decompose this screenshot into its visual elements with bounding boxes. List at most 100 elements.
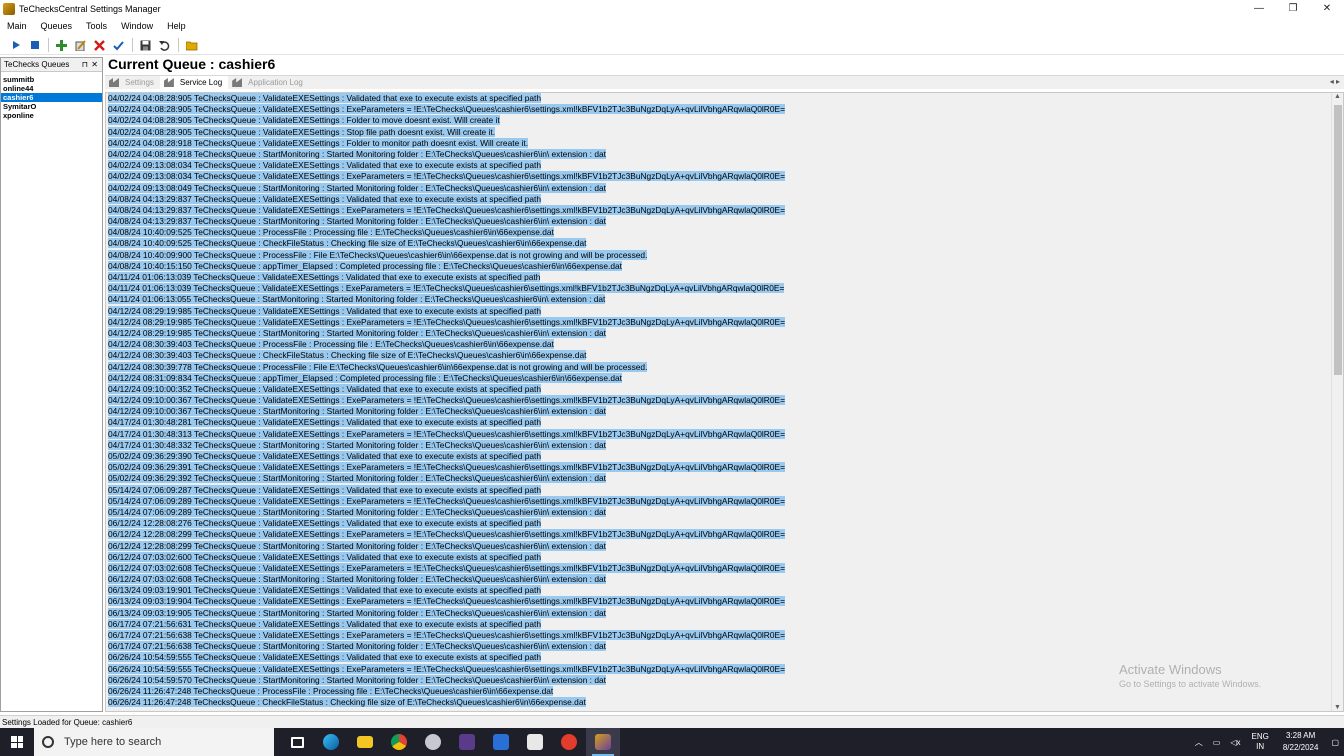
edge-icon[interactable] xyxy=(314,728,348,756)
log-line: 04/12/24 08:29:19:985 TeChecksQueue : Va… xyxy=(106,305,1343,317)
close-button[interactable]: ✕ xyxy=(1310,0,1344,17)
log-line-text: 06/12/24 07:03:02:600 TeChecksQueue : Va… xyxy=(108,551,541,562)
log-line-text: 04/08/24 04:13:29:837 TeChecksQueue : Va… xyxy=(108,204,785,215)
taskbar-search[interactable]: Type here to search xyxy=(34,728,274,756)
tab-application-log-label: Application Log xyxy=(248,78,303,87)
search-app-icon[interactable] xyxy=(484,728,518,756)
wps-office-icon[interactable] xyxy=(552,728,586,756)
queue-item-online44[interactable]: online44 xyxy=(1,84,102,93)
log-line-text: 04/08/24 04:13:29:837 TeChecksQueue : Va… xyxy=(108,193,541,204)
log-line-text: 04/12/24 08:30:39:403 TeChecksQueue : Pr… xyxy=(108,339,554,350)
vertical-scrollbar[interactable]: ▲ ▼ xyxy=(1331,93,1343,711)
log-line: 04/08/24 10:40:09:525 TeChecksQueue : Pr… xyxy=(106,227,1343,238)
volume-icon[interactable]: ◁x xyxy=(1230,738,1240,747)
log-line: 06/13/24 09:03:19:901 TeChecksQueue : Va… xyxy=(106,585,1343,596)
log-line-text: 06/12/24 12:28:08:299 TeChecksQueue : St… xyxy=(108,540,606,551)
main-area: Current Queue : cashier6 Settings Servic… xyxy=(105,55,1344,715)
menu-window[interactable]: Window xyxy=(114,21,160,31)
search-icon xyxy=(42,736,54,748)
scroll-down-icon[interactable]: ▼ xyxy=(1334,704,1341,711)
log-line-text: 06/26/24 11:26:47:248 TeChecksQueue : Pr… xyxy=(108,685,554,696)
log-line: 06/12/24 07:03:02:600 TeChecksQueue : Va… xyxy=(106,551,1343,563)
network-icon[interactable]: ▭ xyxy=(1213,738,1221,747)
log-line: 06/12/24 07:03:02:608 TeChecksQueue : Va… xyxy=(106,562,1343,574)
clock[interactable]: 3:28 AM 8/22/2024 xyxy=(1283,730,1319,754)
log-line-text: 04/11/24 01:06:13:055 TeChecksQueue : St… xyxy=(108,294,606,305)
log-line: 05/02/24 09:36:29:390 TeChecksQueue : Va… xyxy=(106,451,1343,462)
game-app-icon[interactable] xyxy=(450,728,484,756)
log-line-text: 06/12/24 07:03:02:608 TeChecksQueue : St… xyxy=(108,574,606,585)
log-line: 06/17/24 07:21:56:638 TeChecksQueue : St… xyxy=(106,641,1343,652)
log-line-text: 04/12/24 08:29:19:985 TeChecksQueue : Va… xyxy=(108,316,785,327)
log-line: 04/12/24 09:10:00:367 TeChecksQueue : St… xyxy=(106,406,1343,417)
toolbar-separator xyxy=(132,38,133,52)
log-line: 05/02/24 09:36:29:391 TeChecksQueue : Va… xyxy=(106,462,1343,473)
log-line-text: 05/14/24 07:06:09:289 TeChecksQueue : St… xyxy=(108,506,606,517)
stop-icon[interactable] xyxy=(27,38,42,53)
queue-item-symitaro[interactable]: SymitarO xyxy=(1,102,102,111)
save-icon[interactable] xyxy=(138,38,153,53)
queue-item-cashier6[interactable]: cashier6 xyxy=(1,93,102,102)
window-app-icon[interactable] xyxy=(518,728,552,756)
tab-settings[interactable]: Settings xyxy=(105,76,160,90)
log-line-text: 04/08/24 10:40:09:525 TeChecksQueue : Ch… xyxy=(108,238,587,249)
log-line-text: 04/12/24 08:31:09:834 TeChecksQueue : ap… xyxy=(108,372,622,383)
watermark-line1: Activate Windows xyxy=(1119,662,1222,677)
log-line-text: 04/12/24 08:30:39:403 TeChecksQueue : Ch… xyxy=(108,350,587,361)
tab-settings-label: Settings xyxy=(125,78,154,87)
clock-date: 8/22/2024 xyxy=(1282,743,1319,752)
log-line-text: 04/12/24 09:10:00:352 TeChecksQueue : Va… xyxy=(108,383,541,394)
add-icon[interactable] xyxy=(54,38,69,53)
log-line: 05/14/24 07:06:09:289 TeChecksQueue : Va… xyxy=(106,495,1343,507)
pin-icon[interactable]: ⊓ xyxy=(82,60,88,69)
delete-icon[interactable] xyxy=(92,38,107,53)
scrollbar-thumb[interactable] xyxy=(1334,105,1342,375)
chevron-up-icon[interactable]: ︿ xyxy=(1195,737,1203,748)
file-explorer-icon[interactable] xyxy=(348,728,382,756)
panel-close-icon[interactable]: ✕ xyxy=(91,60,98,69)
log-line: 04/02/24 04:08:28:905 TeChecksQueue : Va… xyxy=(106,93,1343,104)
log-line-text: 04/02/24 04:08:28:905 TeChecksQueue : Va… xyxy=(108,104,785,115)
check-icon[interactable] xyxy=(111,38,126,53)
log-line-text: 04/11/24 01:06:13:039 TeChecksQueue : Va… xyxy=(108,283,785,294)
log-line: 05/02/24 09:36:29:392 TeChecksQueue : St… xyxy=(106,473,1343,484)
log-line-text: 06/17/24 07:21:56:638 TeChecksQueue : Va… xyxy=(108,630,785,640)
menu-tools[interactable]: Tools xyxy=(79,21,114,31)
remote-app-icon[interactable] xyxy=(416,728,450,756)
queue-item-summitb[interactable]: summitb xyxy=(1,75,102,84)
log-line-text: 04/08/24 04:13:29:837 TeChecksQueue : St… xyxy=(108,216,606,227)
notification-icon[interactable]: ▢ xyxy=(1331,738,1339,747)
scroll-up-icon[interactable]: ▲ xyxy=(1334,93,1341,100)
restore-button[interactable]: ❐ xyxy=(1276,0,1310,17)
log-line: 04/08/24 04:13:29:837 TeChecksQueue : Va… xyxy=(106,204,1343,216)
factory-icon xyxy=(232,78,243,87)
log-line-text: 04/02/24 04:08:28:918 TeChecksQueue : St… xyxy=(108,148,606,159)
language-indicator[interactable]: ENG IN xyxy=(1252,732,1269,752)
task-view-icon[interactable] xyxy=(280,728,314,756)
menu-help[interactable]: Help xyxy=(160,21,193,31)
log-line-text: 04/17/24 01:30:48:281 TeChecksQueue : Va… xyxy=(108,417,541,428)
queue-item-xponline[interactable]: xponline xyxy=(1,111,102,120)
log-line-text: 04/12/24 08:30:39:778 TeChecksQueue : Pr… xyxy=(108,361,648,372)
log-line-text: 06/13/24 09:03:19:904 TeChecksQueue : Va… xyxy=(108,596,785,607)
log-line: 04/02/24 09:13:08:049 TeChecksQueue : St… xyxy=(106,182,1343,194)
edit-icon[interactable] xyxy=(73,38,88,53)
menu-queues[interactable]: Queues xyxy=(34,21,80,31)
undo-icon[interactable] xyxy=(157,38,172,53)
log-line-text: 04/02/24 04:08:28:905 TeChecksQueue : Va… xyxy=(108,126,496,137)
tab-application-log[interactable]: Application Log xyxy=(228,76,309,90)
open-folder-icon[interactable] xyxy=(184,38,199,53)
minimize-button[interactable]: — xyxy=(1242,0,1276,17)
log-line: 04/11/24 01:06:13:055 TeChecksQueue : St… xyxy=(106,294,1343,305)
menu-main[interactable]: Main xyxy=(0,21,34,31)
tab-service-log[interactable]: Service Log xyxy=(159,75,229,90)
start-button[interactable] xyxy=(0,728,34,756)
log-line-text: 04/02/24 09:13:08:049 TeChecksQueue : St… xyxy=(108,182,606,193)
log-line-text: 06/17/24 07:21:56:638 TeChecksQueue : St… xyxy=(108,641,606,652)
play-icon[interactable] xyxy=(8,38,23,53)
chrome-icon[interactable] xyxy=(382,728,416,756)
service-log-textbox[interactable]: 04/02/24 04:08:28:905 TeChecksQueue : Va… xyxy=(105,92,1344,712)
app-icon xyxy=(3,2,15,15)
techecks-settings-icon[interactable] xyxy=(586,728,620,756)
tab-scroll-arrows-icon[interactable]: ◂ ▸ xyxy=(1330,77,1340,86)
